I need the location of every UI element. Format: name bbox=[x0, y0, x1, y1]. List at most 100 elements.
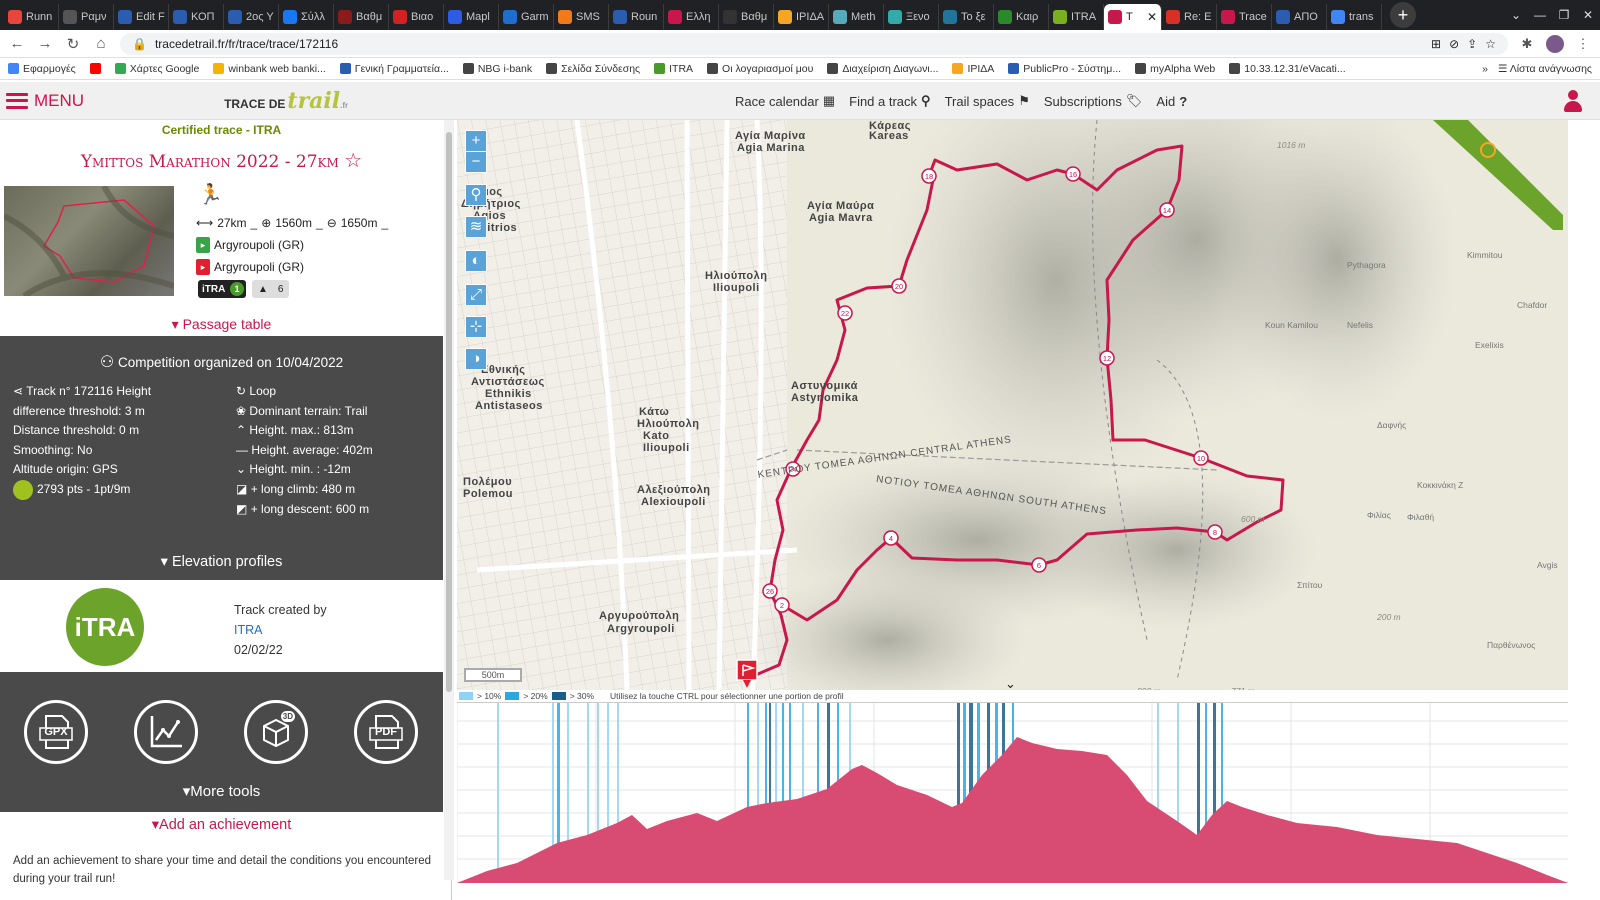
browser-tab[interactable]: trans bbox=[1327, 4, 1382, 30]
browser-tab[interactable]: Σύλλ bbox=[279, 4, 334, 30]
address-bar[interactable]: 🔒 tracedetrail.fr/fr/trace/trace/172116 … bbox=[120, 32, 1508, 55]
bookmark-item[interactable]: NBG i-bank bbox=[462, 62, 533, 75]
profile-avatar[interactable] bbox=[1546, 34, 1564, 53]
browser-tab[interactable]: SMS bbox=[554, 4, 609, 30]
browser-tab[interactable]: Runn bbox=[4, 4, 59, 30]
browser-tab[interactable]: ΚΟΠ bbox=[169, 4, 224, 30]
browser-tab[interactable]: Meth bbox=[829, 4, 884, 30]
home-icon[interactable]: ⌂ bbox=[92, 35, 110, 52]
itra-points-badge[interactable]: iTRA 1 bbox=[198, 280, 246, 298]
gpx-download-button[interactable]: GPX bbox=[24, 700, 88, 764]
bookmark-item[interactable]: ΙΡΙΔΑ bbox=[952, 63, 994, 75]
nav-race-calendar[interactable]: Race calendar ▦ bbox=[735, 93, 835, 109]
locate-button[interactable]: ◑ bbox=[465, 348, 487, 370]
reload-icon[interactable]: ↻ bbox=[64, 35, 82, 53]
bookmark-item[interactable]: PublicPro - Σύστημ... bbox=[1008, 63, 1121, 75]
browser-tab[interactable]: ΙΡΙΔΑ bbox=[774, 4, 829, 30]
nav-aid[interactable]: Aid? bbox=[1156, 94, 1187, 109]
zoom-out-button[interactable]: − bbox=[465, 151, 487, 173]
left-panel-scrollbar[interactable] bbox=[444, 120, 454, 880]
favorite-star-icon[interactable]: ☆ bbox=[344, 148, 362, 172]
globe-view-button[interactable]: ◐ bbox=[465, 250, 487, 272]
itra-logo[interactable]: iTRA bbox=[66, 588, 144, 666]
bookmark-item[interactable]: Σελίδα Σύνδεσης bbox=[546, 63, 640, 75]
bookmark-item[interactable]: myAlpha Web bbox=[1135, 63, 1215, 75]
tab-favicon-icon bbox=[173, 10, 187, 24]
translate-icon[interactable]: ⊞ bbox=[1431, 37, 1441, 51]
trace-thumbnail[interactable] bbox=[4, 186, 174, 296]
zoom-in-button[interactable]: + bbox=[465, 130, 487, 152]
elevation-profile-chart[interactable] bbox=[456, 702, 1568, 883]
browser-tab[interactable]: Καιρ bbox=[994, 4, 1049, 30]
nav-subscriptions[interactable]: Subscriptions 🏷 bbox=[1044, 93, 1143, 109]
nav-find-track[interactable]: Find a track ⚲ bbox=[849, 93, 930, 109]
browser-tab[interactable]: Μapl bbox=[444, 4, 499, 30]
bookmark-item[interactable]: Εφαρμογές bbox=[8, 63, 76, 75]
browser-tab[interactable]: Βαθμ bbox=[719, 4, 774, 30]
reading-list[interactable]: ☰ Λίστα ανάγνωσης bbox=[1498, 63, 1592, 75]
bookmarks-more[interactable]: » bbox=[1482, 63, 1488, 75]
browser-tab[interactable]: Trace bbox=[1217, 4, 1272, 30]
browser-tab[interactable]: ΑΠΟ bbox=[1272, 4, 1327, 30]
add-achievement-toggle[interactable]: ▾Add an achievement bbox=[0, 817, 443, 833]
nav-trail-spaces[interactable]: Trail spaces ⚑ bbox=[945, 93, 1030, 109]
trace-map[interactable]: 18 16 14 20 22 12 10 24 8 4 6 26 2 Αγία Μαρίνα Agia M… bbox=[457, 120, 1568, 690]
bookmark-item[interactable]: Οι λογαριασμοί μου bbox=[707, 63, 813, 75]
forward-icon[interactable]: → bbox=[36, 35, 54, 52]
close-window-icon[interactable]: ✕ bbox=[1576, 8, 1600, 22]
mountain-level-badge[interactable]: ▲ 6 bbox=[252, 280, 290, 298]
lock-icon[interactable]: 🔒 bbox=[132, 37, 147, 51]
browser-tab[interactable]: Το ξε bbox=[939, 4, 994, 30]
share-icon[interactable]: ⇪ bbox=[1467, 37, 1477, 51]
bookmark-item[interactable] bbox=[89, 63, 101, 74]
site-logo[interactable]: TRACE DE trail .fr bbox=[224, 88, 348, 114]
back-icon[interactable]: ← bbox=[8, 35, 26, 52]
browser-tab[interactable]: Βαθμ bbox=[334, 4, 389, 30]
kebab-menu-icon[interactable]: ⋮ bbox=[1574, 36, 1592, 52]
star-icon[interactable]: ☆ bbox=[1485, 37, 1496, 51]
browser-tab[interactable]: ITRA bbox=[1049, 4, 1104, 30]
menu-button[interactable]: MENU bbox=[6, 91, 84, 111]
tab-search-icon[interactable]: ⌄ bbox=[1504, 8, 1528, 22]
bookmark-label: NBG i-bank bbox=[477, 62, 533, 75]
browser-tab[interactable]: Re: E bbox=[1162, 4, 1217, 30]
eye-off-icon[interactable]: ⊘ bbox=[1449, 37, 1459, 51]
browser-tab[interactable]: Edit F bbox=[114, 4, 169, 30]
bookmark-item[interactable]: 10.33.12.31/eVacati... bbox=[1229, 63, 1346, 75]
minimize-icon[interactable]: — bbox=[1528, 8, 1552, 22]
browser-tab[interactable]: Ξενο bbox=[884, 4, 939, 30]
pdf-download-button[interactable]: PDF bbox=[354, 700, 418, 764]
browser-tab[interactable]: Ελλη bbox=[664, 4, 719, 30]
profile-chart-button[interactable] bbox=[134, 700, 198, 764]
browser-tab[interactable]: Garm bbox=[499, 4, 554, 30]
certified-label: Certified trace - ITRA bbox=[161, 123, 282, 137]
bookmark-item[interactable]: Γενική Γραμματεία... bbox=[339, 63, 449, 75]
maximize-icon[interactable]: ❐ bbox=[1552, 8, 1576, 22]
close-tab-icon[interactable]: ✕ bbox=[1147, 10, 1157, 24]
distance-row: ⟷ 27km _ ⊕ 1560m _ ⊖ 1650m _ bbox=[196, 212, 388, 234]
browser-tab[interactable]: Ραμν bbox=[59, 4, 114, 30]
map-search-button[interactable]: ⚲ bbox=[465, 184, 487, 206]
more-tools-toggle[interactable]: ▾More tools bbox=[0, 782, 443, 800]
browser-tab[interactable]: 2ος Υ bbox=[224, 4, 279, 30]
bookmark-item[interactable]: Χάρτες Google bbox=[114, 63, 199, 75]
layers-button[interactable]: ≋ bbox=[465, 216, 487, 238]
browser-tab[interactable]: Roun bbox=[609, 4, 664, 30]
bookmark-item[interactable]: ITRA bbox=[654, 63, 693, 75]
bookmark-item[interactable]: Διαχείριση Διαγωνι... bbox=[827, 63, 938, 75]
measure-button[interactable]: ⊹ bbox=[465, 316, 487, 338]
new-tab-button[interactable]: + bbox=[1390, 2, 1416, 28]
user-account-icon[interactable] bbox=[1564, 90, 1582, 112]
scrollbar-thumb[interactable] bbox=[446, 132, 452, 692]
browser-tab[interactable]: T ✕ bbox=[1104, 4, 1162, 30]
bookmark-item[interactable]: winbank web banki... bbox=[213, 63, 326, 75]
passage-table-toggle[interactable]: ▾ Passage table bbox=[0, 316, 443, 333]
extensions-icon[interactable]: ✱ bbox=[1518, 36, 1536, 52]
view-3d-button[interactable]: 3D bbox=[244, 700, 308, 764]
creator-link[interactable]: ITRA bbox=[234, 623, 262, 637]
expand-profile-chevron-icon[interactable]: ⌄ bbox=[1005, 676, 1016, 690]
browser-tab[interactable]: Βιαο bbox=[389, 4, 444, 30]
fullscreen-button[interactable]: ⤢ bbox=[465, 284, 487, 306]
elevation-profiles-toggle[interactable]: ▾ Elevation profiles bbox=[0, 554, 443, 570]
bookmark-favicon-icon bbox=[339, 63, 351, 74]
